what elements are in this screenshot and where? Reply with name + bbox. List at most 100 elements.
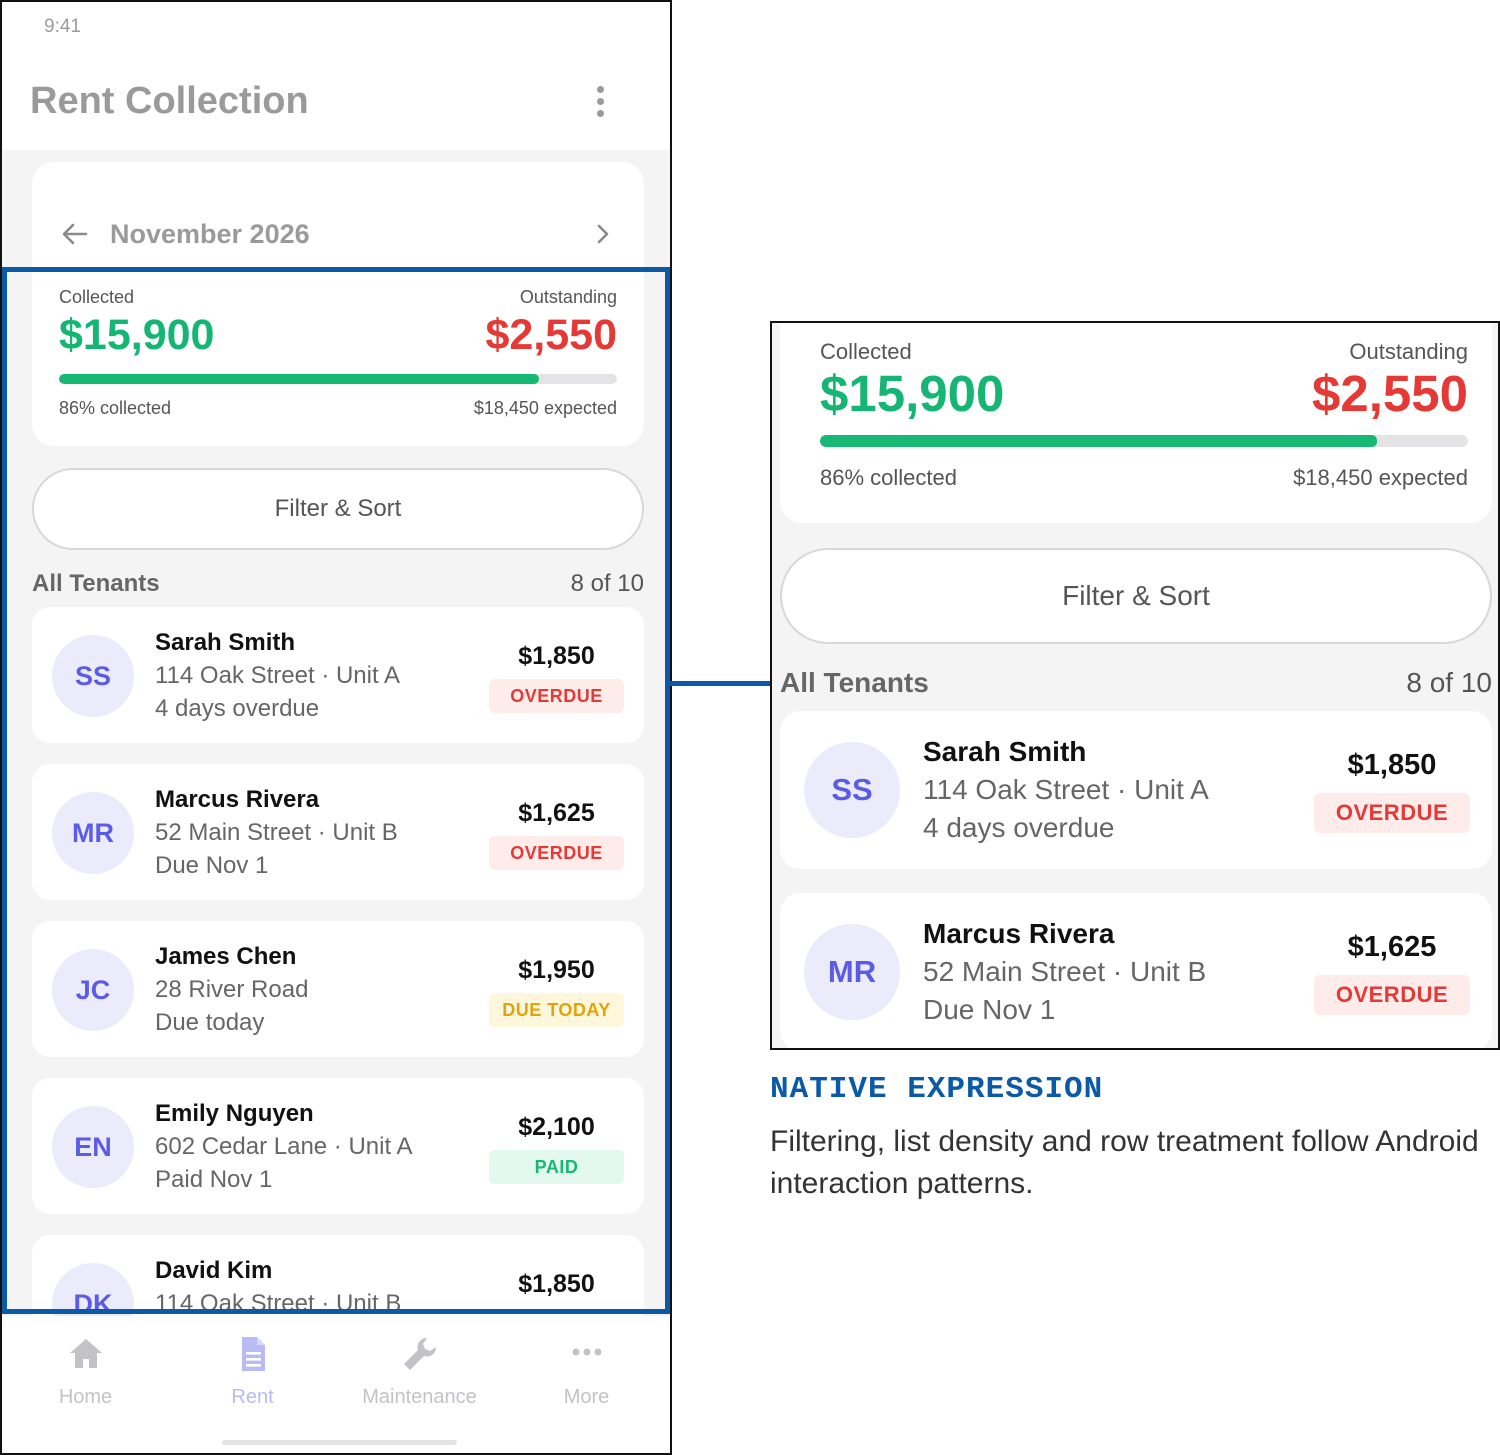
nav-label: Rent (231, 1386, 274, 1408)
tenant-row[interactable]: MR Marcus Rivera 52 Main Street · Unit B… (32, 764, 644, 900)
avatar: MR (52, 792, 134, 874)
list-header: All Tenants 8 of 10 (32, 570, 644, 598)
arrow-left-icon[interactable] (62, 223, 88, 245)
zoom-summary-card: Collected $15,900 Outstanding $2,550 86%… (780, 323, 1492, 523)
chevron-right-icon[interactable] (596, 223, 610, 245)
collected-value: $15,900 (59, 311, 215, 359)
avatar: JC (52, 949, 134, 1031)
tenant-status-line: Due Nov 1 (923, 994, 1056, 1025)
status-badge: PAID (489, 1150, 624, 1184)
more-horiz-icon (572, 1348, 601, 1356)
nav-rent[interactable]: Rent (169, 1316, 336, 1453)
zoom-panel: Collected $15,900 Outstanding $2,550 86%… (770, 321, 1500, 1050)
list-title: All Tenants (32, 570, 160, 597)
avatar: SS (804, 742, 900, 838)
avatar: EN (52, 1106, 134, 1188)
filter-sort-button[interactable]: Filter & Sort (780, 548, 1492, 644)
status-badge: DUE TODAY (489, 993, 624, 1027)
tenant-address: 114 Oak Street · Unit A (155, 662, 401, 689)
nav-home[interactable]: Home (2, 1316, 169, 1453)
caption: NATIVE EXPRESSION Filtering, list densit… (770, 1072, 1490, 1205)
home-indicator (222, 1440, 457, 1445)
nav-label: More (563, 1386, 610, 1408)
tenant-status-line: Due Nov 1 (155, 852, 269, 879)
status-time: 9:41 (44, 16, 81, 37)
tenant-address: 52 Main Street · Unit B (923, 956, 1207, 987)
tenant-address: 52 Main Street · Unit B (155, 819, 398, 846)
tenant-name: Marcus Rivera (155, 786, 320, 813)
outstanding-label: Outstanding (1349, 339, 1468, 364)
tenant-name: Sarah Smith (923, 736, 1087, 767)
rent-amount: $1,850 (1347, 749, 1437, 781)
status-bar: 9:41 (2, 2, 670, 52)
rent-amount: $1,850 (518, 1270, 595, 1298)
status-badge: OVERDUE (1314, 975, 1470, 1015)
outstanding-value: $2,550 (485, 311, 617, 359)
zoom-collection-summary: Collected $15,900 Outstanding $2,550 86%… (820, 339, 1468, 491)
nav-maintenance[interactable]: Maintenance (336, 1316, 503, 1453)
avatar: SS (52, 635, 134, 717)
tenant-row[interactable]: MR Marcus Rivera 52 Main Street · Unit B… (780, 893, 1492, 1048)
tenant-address: 28 River Road (155, 976, 309, 1003)
collected-label: Collected (59, 287, 135, 307)
bottom-navigation: Home Rent Maintenance More (2, 1316, 670, 1453)
tenant-row[interactable]: SS Sarah Smith 114 Oak Street · Unit A 4… (32, 607, 644, 743)
list-title: All Tenants (780, 667, 929, 698)
collection-progress-fill (59, 374, 539, 384)
rent-amount: $1,950 (518, 956, 595, 984)
tenant-name: Emily Nguyen (155, 1100, 314, 1127)
filter-sort-button[interactable]: Filter & Sort (32, 468, 644, 550)
list-header: All Tenants 8 of 10 (780, 667, 1492, 699)
more-vert-icon[interactable] (597, 85, 642, 117)
tenant-name: Sarah Smith (155, 629, 296, 656)
outstanding-value: $2,550 (1312, 365, 1468, 422)
rent-amount: $1,850 (518, 642, 595, 670)
percent-collected: 86% collected (59, 398, 172, 418)
expected-total: $18,450 expected (1293, 465, 1468, 490)
collected-label: Collected (820, 339, 912, 364)
month-label: November 2026 (110, 218, 310, 249)
collection-progress-bar (59, 374, 617, 384)
status-badge: OVERDUE (1314, 793, 1470, 833)
expected-total: $18,450 expected (473, 398, 617, 418)
callout-connector (670, 681, 771, 686)
tenant-row[interactable]: EN Emily Nguyen 602 Cedar Lane · Unit A … (32, 1078, 644, 1214)
caption-body: Filtering, list density and row treatmen… (770, 1125, 1479, 1200)
caption-title: NATIVE EXPRESSION (770, 1072, 1104, 1107)
status-badge: OVERDUE (489, 679, 624, 713)
page-title: Rent Collection (30, 79, 309, 122)
tenant-status-line: 4 days overdue (155, 695, 320, 722)
collection-progress-bar (820, 435, 1468, 447)
list-count: 8 of 10 (570, 570, 644, 597)
app-bar: Rent Collection (2, 52, 670, 150)
tenant-name: David Kim (155, 1257, 273, 1284)
phone-screen: 9:41 Rent Collection November 2026 Colle… (0, 0, 672, 1455)
nav-more[interactable]: More (503, 1316, 670, 1453)
wrench-icon (403, 1337, 436, 1370)
avatar: MR (804, 924, 900, 1020)
collected-value: $15,900 (820, 365, 1005, 422)
tenant-name: James Chen (155, 943, 297, 970)
tenant-status-line: Due today (155, 1009, 265, 1036)
document-icon (241, 1337, 265, 1371)
tenant-status-line: 4 days overdue (923, 812, 1115, 843)
tenant-row[interactable]: JC James Chen 28 River Road Due today $1… (32, 921, 644, 1057)
collection-summary: Collected $15,900 Outstanding $2,550 86%… (59, 287, 617, 419)
status-badge: OVERDUE (489, 836, 624, 870)
tenant-status-line: Paid Nov 1 (155, 1166, 273, 1193)
collection-progress-fill (820, 435, 1378, 447)
tenant-address: 602 Cedar Lane · Unit A (155, 1133, 413, 1160)
home-icon (69, 1339, 102, 1368)
rent-amount: $1,625 (1347, 931, 1437, 963)
month-selector: November 2026 (62, 214, 610, 254)
tenant-address: 114 Oak Street · Unit A (923, 774, 1209, 805)
nav-label: Maintenance (362, 1386, 477, 1408)
rent-amount: $2,100 (518, 1113, 595, 1141)
tenant-name: Marcus Rivera (923, 918, 1115, 949)
tenant-row[interactable]: SS Sarah Smith 114 Oak Street · Unit A 4… (780, 711, 1492, 869)
outstanding-label: Outstanding (519, 287, 617, 307)
percent-collected: 86% collected (820, 465, 957, 490)
rent-amount: $1,625 (518, 799, 595, 827)
nav-label: Home (58, 1386, 113, 1408)
list-count: 8 of 10 (1406, 667, 1492, 698)
